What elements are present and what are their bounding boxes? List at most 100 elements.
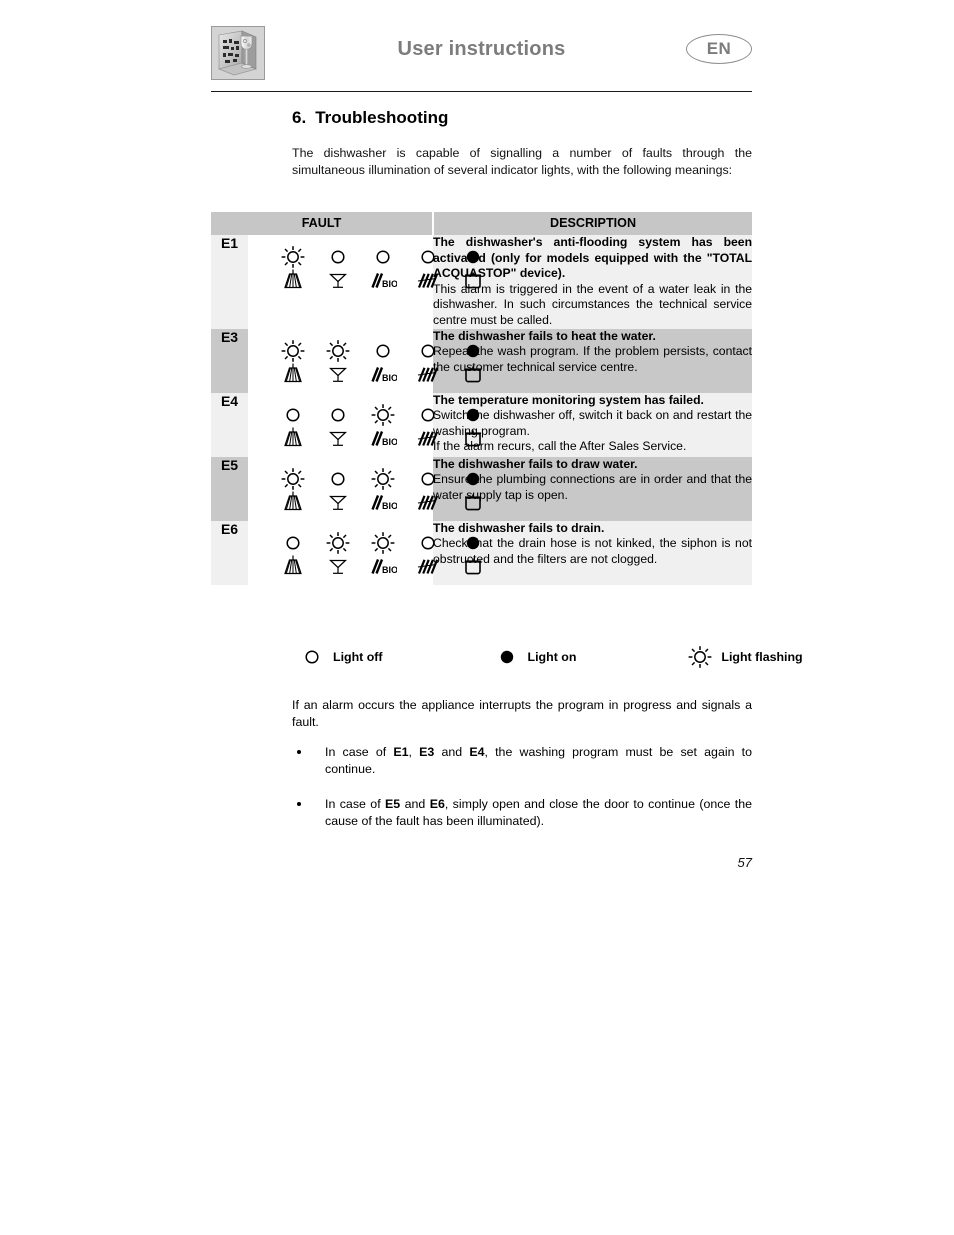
wine-glass-icon [324, 555, 352, 579]
fault-description-cell: The dishwasher's anti-flooding system ha… [433, 235, 753, 329]
svg-text:BIO: BIO [382, 373, 397, 383]
indicator-lights-cell: BIO [248, 456, 481, 521]
fault-description-title: The temperature monitoring system has fa… [433, 392, 704, 407]
bullet-code-ref: E1 [393, 745, 409, 759]
indicator-light-row: BIO [248, 329, 481, 393]
light-flashing-icon [370, 467, 396, 491]
bio-program-icon: BIO [369, 555, 397, 579]
basket-spray-icon [279, 491, 307, 515]
fault-description-body: Ensure the plumbing connections are in o… [433, 472, 753, 502]
light-flashing-icon [280, 245, 306, 269]
bullet-item: In case of E5 and E6, simply open and cl… [292, 796, 752, 829]
light-flashing-icon [280, 339, 306, 363]
bullet-text: , [408, 745, 420, 759]
fault-code: E5 [220, 456, 239, 473]
light-on-icon [493, 645, 521, 669]
column-header-description: DESCRIPTION [433, 212, 753, 235]
svg-text:BIO: BIO [382, 501, 397, 511]
fault-code-cell: E4 [211, 392, 248, 457]
indicator-light-column [279, 467, 307, 515]
wine-glass-icon [324, 269, 352, 293]
light-flashing-icon [370, 403, 396, 427]
indicator-light-column [279, 245, 307, 293]
bullet-marker [297, 750, 301, 754]
fault-code: E6 [220, 520, 239, 537]
indicator-light-column: BIO [369, 467, 397, 515]
fault-description-title: The dishwasher's anti-flooding system ha… [433, 235, 753, 281]
bullet-code-ref: E5 [385, 797, 401, 811]
bio-program-icon: BIO [369, 363, 397, 387]
bullet-marker [297, 802, 301, 806]
fault-code: E3 [220, 328, 239, 345]
table-row: E1 BIO The dishwasher's anti-flooding syst… [211, 235, 753, 329]
basket-spray-icon [279, 363, 307, 387]
wine-glass-icon [324, 427, 352, 451]
page-title: User instructions [397, 38, 566, 60]
legend-label: Light off [333, 650, 383, 664]
indicator-light-column: BIO [369, 245, 397, 293]
alarm-note: If an alarm occurs the appliance interru… [292, 698, 752, 729]
intro-paragraph: The dishwasher is capable of signalling … [292, 146, 752, 177]
indicator-light-column [324, 467, 352, 515]
bullet-text: and [434, 745, 470, 759]
table-header: FAULT DESCRIPTION [211, 212, 753, 235]
fault-code-cell: E3 [211, 328, 248, 393]
basket-spray-icon [279, 555, 307, 579]
indicator-light-column: BIO [369, 403, 397, 451]
table-row: E3 BIO The dishwasher fails to heat the wa… [211, 328, 753, 393]
svg-text:BIO: BIO [382, 437, 397, 447]
light-state-legend: Light off Light on Light flashing [292, 645, 803, 669]
bullet-code-ref: E4 [469, 745, 485, 759]
indicator-light-column [279, 403, 307, 451]
table-row: E5 BIO The dishwasher fails to draw water.… [211, 456, 753, 521]
indicator-lights-cell: BIO [248, 392, 481, 457]
bullet-text: and [400, 797, 430, 811]
light-off-icon [325, 467, 351, 491]
table-row: E6 BIO The dishwasher fails to drain. Check… [211, 520, 753, 585]
legend-item: Light off [298, 645, 383, 669]
section-heading: 6. Troubleshooting [292, 108, 448, 128]
fault-code-cell: E6 [211, 520, 248, 585]
indicator-light-column [324, 531, 352, 579]
fault-code: E1 [220, 235, 239, 251]
indicator-light-column [324, 245, 352, 293]
fault-code-cell: E1 [211, 235, 248, 329]
indicator-lights-cell: BIO [248, 235, 481, 329]
indicator-lights-cell: BIO [248, 328, 481, 393]
bullet-text: In case of [325, 797, 386, 811]
fault-code: E4 [220, 392, 239, 409]
indicator-light-column [324, 403, 352, 451]
indicator-light-column [279, 339, 307, 387]
light-flashing-icon [370, 531, 396, 555]
legend-item: Light flashing [686, 645, 803, 669]
table-header-row: FAULT DESCRIPTION [211, 212, 753, 235]
indicator-light-row: BIO [248, 393, 481, 457]
fault-description-title: The dishwasher fails to drain. [433, 520, 605, 535]
table-row: E4 BIO The temperature monitoring system h… [211, 392, 753, 457]
header-divider [211, 91, 752, 92]
svg-text:BIO: BIO [382, 279, 397, 289]
basket-spray-icon [279, 269, 307, 293]
legend-label: Light on [527, 650, 577, 664]
bio-program-icon: BIO [369, 269, 397, 293]
legend-item: Light on [493, 645, 577, 669]
light-off-icon [370, 339, 396, 363]
section-number: 6. [292, 108, 307, 127]
light-flashing-icon [325, 339, 351, 363]
light-off-icon [280, 403, 306, 427]
indicator-light-row: BIO [248, 235, 481, 299]
indicator-light-row: BIO [248, 521, 481, 585]
page-number: 57 [737, 855, 752, 870]
light-off-icon [298, 645, 326, 669]
bio-program-icon: BIO [369, 427, 397, 451]
fault-description-body: This alarm is triggered in the event of … [433, 281, 753, 327]
fault-description-body: Switch the dishwasher off, switch it bac… [433, 408, 753, 438]
wine-glass-icon [324, 363, 352, 387]
bullet-code-ref: E3 [419, 745, 435, 759]
light-off-icon [370, 245, 396, 269]
fault-description-cell: The temperature monitoring system has fa… [433, 392, 753, 457]
light-flashing-icon [280, 467, 306, 491]
basket-spray-icon [279, 427, 307, 451]
bullet-item: In case of E1, E3 and E4, the washing pr… [292, 744, 752, 777]
light-off-icon [325, 245, 351, 269]
